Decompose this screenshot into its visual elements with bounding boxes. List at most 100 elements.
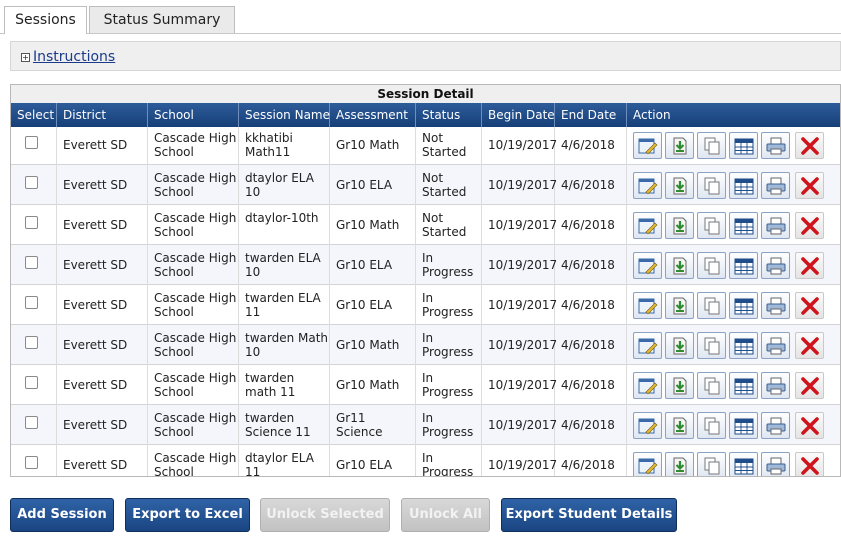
unlock-selected-button[interactable]: Unlock Selected [260, 498, 390, 532]
print-button[interactable] [761, 131, 790, 159]
edit-session-button[interactable] [633, 331, 662, 359]
delete-button[interactable] [795, 371, 824, 399]
table-row[interactable]: Everett SD Cascade High School kkhatibi Ma… [11, 127, 840, 165]
school-cell: Cascade High School [148, 325, 239, 365]
table-row[interactable]: Everett SD Cascade High School twarden ELA… [11, 245, 840, 285]
table-row[interactable]: Everett SD Cascade High School dtaylor ELA… [11, 165, 840, 205]
edit-session-icon [638, 458, 658, 474]
roster-table-button[interactable] [729, 451, 758, 476]
delete-button[interactable] [795, 251, 824, 279]
roster-table-icon [734, 178, 754, 194]
roster-table-button[interactable] [729, 371, 758, 399]
row-select-checkbox[interactable] [25, 295, 38, 309]
roster-table-button[interactable] [729, 131, 758, 159]
row-select-checkbox[interactable] [25, 175, 38, 189]
table-row[interactable]: Everett SD Cascade High School twarden ELA… [11, 285, 840, 325]
column-header-end-date[interactable]: End Date [555, 103, 627, 127]
column-header-status[interactable]: Status [416, 103, 482, 127]
column-header-begin-date[interactable]: Begin Date [482, 103, 555, 127]
expand-icon[interactable]: + [21, 53, 30, 62]
download-button[interactable] [665, 291, 694, 319]
table-row[interactable]: Everett SD Cascade High School twarden mat… [11, 365, 840, 405]
delete-button[interactable] [795, 411, 824, 439]
print-button[interactable] [761, 171, 790, 199]
download-button[interactable] [665, 411, 694, 439]
column-header-assessment[interactable]: Assessment [330, 103, 416, 127]
edit-session-button[interactable] [633, 451, 662, 476]
roster-table-icon [734, 418, 754, 434]
district-cell: Everett SD [57, 285, 148, 325]
print-button[interactable] [761, 251, 790, 279]
add-session-button[interactable]: Add Session [10, 498, 114, 532]
row-select-checkbox[interactable] [25, 215, 38, 229]
edit-session-button[interactable] [633, 251, 662, 279]
print-button[interactable] [761, 331, 790, 359]
row-select-checkbox[interactable] [25, 455, 38, 469]
table-row[interactable]: Everett SD Cascade High School dtaylor-10t… [11, 205, 840, 245]
column-header-select[interactable]: Select [11, 103, 57, 127]
download-button[interactable] [665, 451, 694, 476]
tab-sessions[interactable]: Sessions [4, 6, 87, 34]
copy-button[interactable] [697, 171, 726, 199]
copy-button[interactable] [697, 211, 726, 239]
edit-session-button[interactable] [633, 211, 662, 239]
copy-button[interactable] [697, 291, 726, 319]
roster-table-button[interactable] [729, 291, 758, 319]
copy-button[interactable] [697, 251, 726, 279]
edit-session-button[interactable] [633, 371, 662, 399]
edit-session-button[interactable] [633, 131, 662, 159]
instructions-link[interactable]: Instructions [33, 49, 115, 65]
roster-table-button[interactable] [729, 331, 758, 359]
row-select-checkbox[interactable] [25, 135, 38, 149]
export-to-excel-button[interactable]: Export to Excel [125, 498, 250, 532]
copy-button[interactable] [697, 411, 726, 439]
roster-table-button[interactable] [729, 171, 758, 199]
print-button[interactable] [761, 371, 790, 399]
print-button[interactable] [761, 291, 790, 319]
print-button[interactable] [761, 411, 790, 439]
tab-divider [0, 33, 841, 34]
delete-button[interactable] [795, 131, 824, 159]
delete-button[interactable] [795, 451, 824, 476]
download-button[interactable] [665, 331, 694, 359]
table-row[interactable]: Everett SD Cascade High School twarden Mat… [11, 325, 840, 365]
copy-button[interactable] [697, 451, 726, 476]
delete-button[interactable] [795, 291, 824, 319]
delete-button[interactable] [795, 331, 824, 359]
row-select-checkbox[interactable] [25, 255, 38, 269]
row-select-checkbox[interactable] [25, 415, 38, 429]
column-header-school[interactable]: School [148, 103, 239, 127]
unlock-all-button[interactable]: Unlock All [401, 498, 490, 532]
download-button[interactable] [665, 251, 694, 279]
copy-icon [704, 217, 720, 234]
copy-button[interactable] [697, 131, 726, 159]
download-button[interactable] [665, 211, 694, 239]
delete-button[interactable] [795, 171, 824, 199]
column-header-district[interactable]: District [57, 103, 148, 127]
download-button[interactable] [665, 371, 694, 399]
copy-button[interactable] [697, 331, 726, 359]
row-select-checkbox[interactable] [25, 375, 38, 389]
download-button[interactable] [665, 171, 694, 199]
table-row[interactable]: Everett SD Cascade High School dtaylor ELA… [11, 445, 840, 476]
status-cell: Not Started [416, 127, 482, 165]
roster-table-button[interactable] [729, 251, 758, 279]
roster-table-button[interactable] [729, 411, 758, 439]
tab-status-summary[interactable]: Status Summary [89, 6, 235, 33]
row-select-checkbox[interactable] [25, 335, 38, 349]
column-header-session-name[interactable]: Session Name [239, 103, 330, 127]
edit-session-button[interactable] [633, 171, 662, 199]
edit-session-button[interactable] [633, 291, 662, 319]
roster-table-button[interactable] [729, 211, 758, 239]
copy-button[interactable] [697, 371, 726, 399]
print-button[interactable] [761, 451, 790, 476]
delete-button[interactable] [795, 211, 824, 239]
print-button[interactable] [761, 211, 790, 239]
download-icon [673, 297, 687, 314]
table-row[interactable]: Everett SD Cascade High School twarden Sci… [11, 405, 840, 445]
download-button[interactable] [665, 131, 694, 159]
instructions-panel: + Instructions [10, 41, 841, 71]
edit-session-button[interactable] [633, 411, 662, 439]
table-body[interactable]: Everett SD Cascade High School kkhatibi Ma… [11, 127, 840, 476]
export-student-details-button[interactable]: Export Student Details [501, 498, 677, 532]
